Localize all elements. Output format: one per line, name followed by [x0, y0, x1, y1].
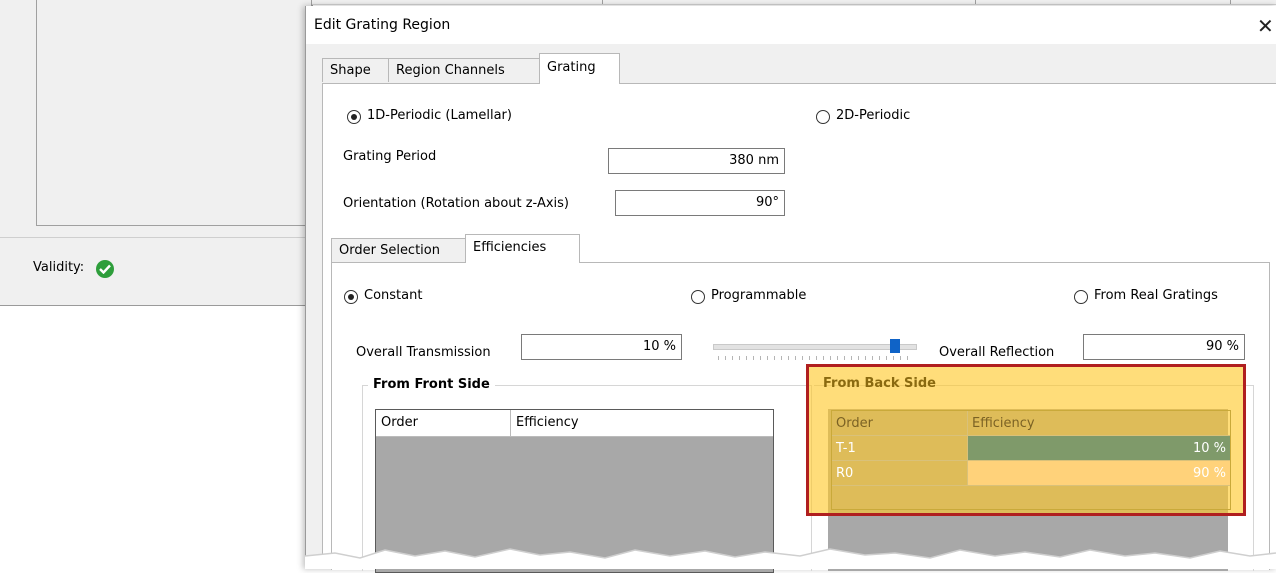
tab-shape[interactable]: Shape — [322, 58, 389, 82]
close-icon[interactable]: ✕ — [1257, 14, 1274, 38]
check-circle-icon — [96, 260, 114, 278]
overall-reflection-label: Overall Reflection — [939, 345, 1055, 360]
overall-transmission-input[interactable]: 10 % — [521, 334, 682, 360]
tab-efficiencies[interactable]: Efficiencies — [465, 234, 580, 263]
back-row-efficiency[interactable]: 90 % — [968, 461, 1230, 486]
transmission-reflection-slider[interactable] — [713, 344, 917, 350]
back-row-order[interactable]: T-1 — [832, 436, 968, 461]
slider-ticks — [718, 356, 912, 360]
back-side-efficiency-table[interactable]: Order Efficiency T-1 10 % R0 90 % — [831, 410, 1231, 510]
back-row-efficiency[interactable]: 10 % — [968, 436, 1230, 461]
radio-2d-periodic[interactable] — [816, 110, 830, 124]
tab-region-channels[interactable]: Region Channels — [388, 58, 540, 82]
efficiency-subtabs: Order Selection Efficiencies — [331, 234, 731, 263]
radio-constant-label: Constant — [364, 288, 423, 303]
title-bar: Edit Grating Region ✕ — [306, 6, 1276, 44]
tab-grating[interactable]: Grating — [539, 53, 620, 84]
overall-reflection-input[interactable]: 90 % — [1083, 334, 1245, 360]
back-column-efficiency[interactable]: Efficiency — [968, 411, 1230, 436]
radio-1d-periodic-label: 1D-Periodic (Lamellar) — [367, 108, 512, 123]
grating-period-input[interactable]: 380 nm — [608, 148, 785, 174]
back-column-order[interactable]: Order — [832, 411, 968, 436]
radio-2d-periodic-label: 2D-Periodic — [836, 108, 911, 123]
orientation-label: Orientation (Rotation about z-Axis) — [343, 196, 570, 211]
radio-programmable-label: Programmable — [711, 288, 807, 303]
validity-label: Validity: — [33, 260, 85, 275]
front-side-group-title: From Front Side — [368, 377, 495, 392]
front-column-order[interactable]: Order — [376, 410, 511, 436]
front-column-efficiency[interactable]: Efficiency — [511, 410, 772, 436]
background-table-strip — [312, 0, 1276, 5]
front-table-header: Order Efficiency — [376, 410, 773, 437]
overall-transmission-label: Overall Transmission — [356, 345, 491, 360]
radio-constant[interactable] — [344, 290, 358, 304]
radio-1d-periodic[interactable] — [347, 110, 361, 124]
back-row-order[interactable]: R0 — [832, 461, 968, 486]
radio-programmable[interactable] — [691, 290, 705, 304]
radio-from-real-gratings[interactable] — [1074, 290, 1088, 304]
torn-edge — [305, 548, 1276, 569]
orientation-input[interactable]: 90° — [615, 190, 785, 216]
dialog-title: Edit Grating Region — [314, 17, 451, 33]
tab-order-selection[interactable]: Order Selection — [331, 238, 466, 262]
background-separator — [0, 237, 312, 238]
background-panel — [36, 0, 312, 226]
slider-thumb[interactable] — [889, 339, 900, 353]
radio-from-real-gratings-label: From Real Gratings — [1094, 288, 1218, 303]
back-side-group-title: From Back Side — [823, 376, 936, 391]
grating-period-label: Grating Period — [343, 149, 437, 164]
back-side-highlight: From Back Side Order Efficiency T-1 10 %… — [806, 364, 1246, 516]
